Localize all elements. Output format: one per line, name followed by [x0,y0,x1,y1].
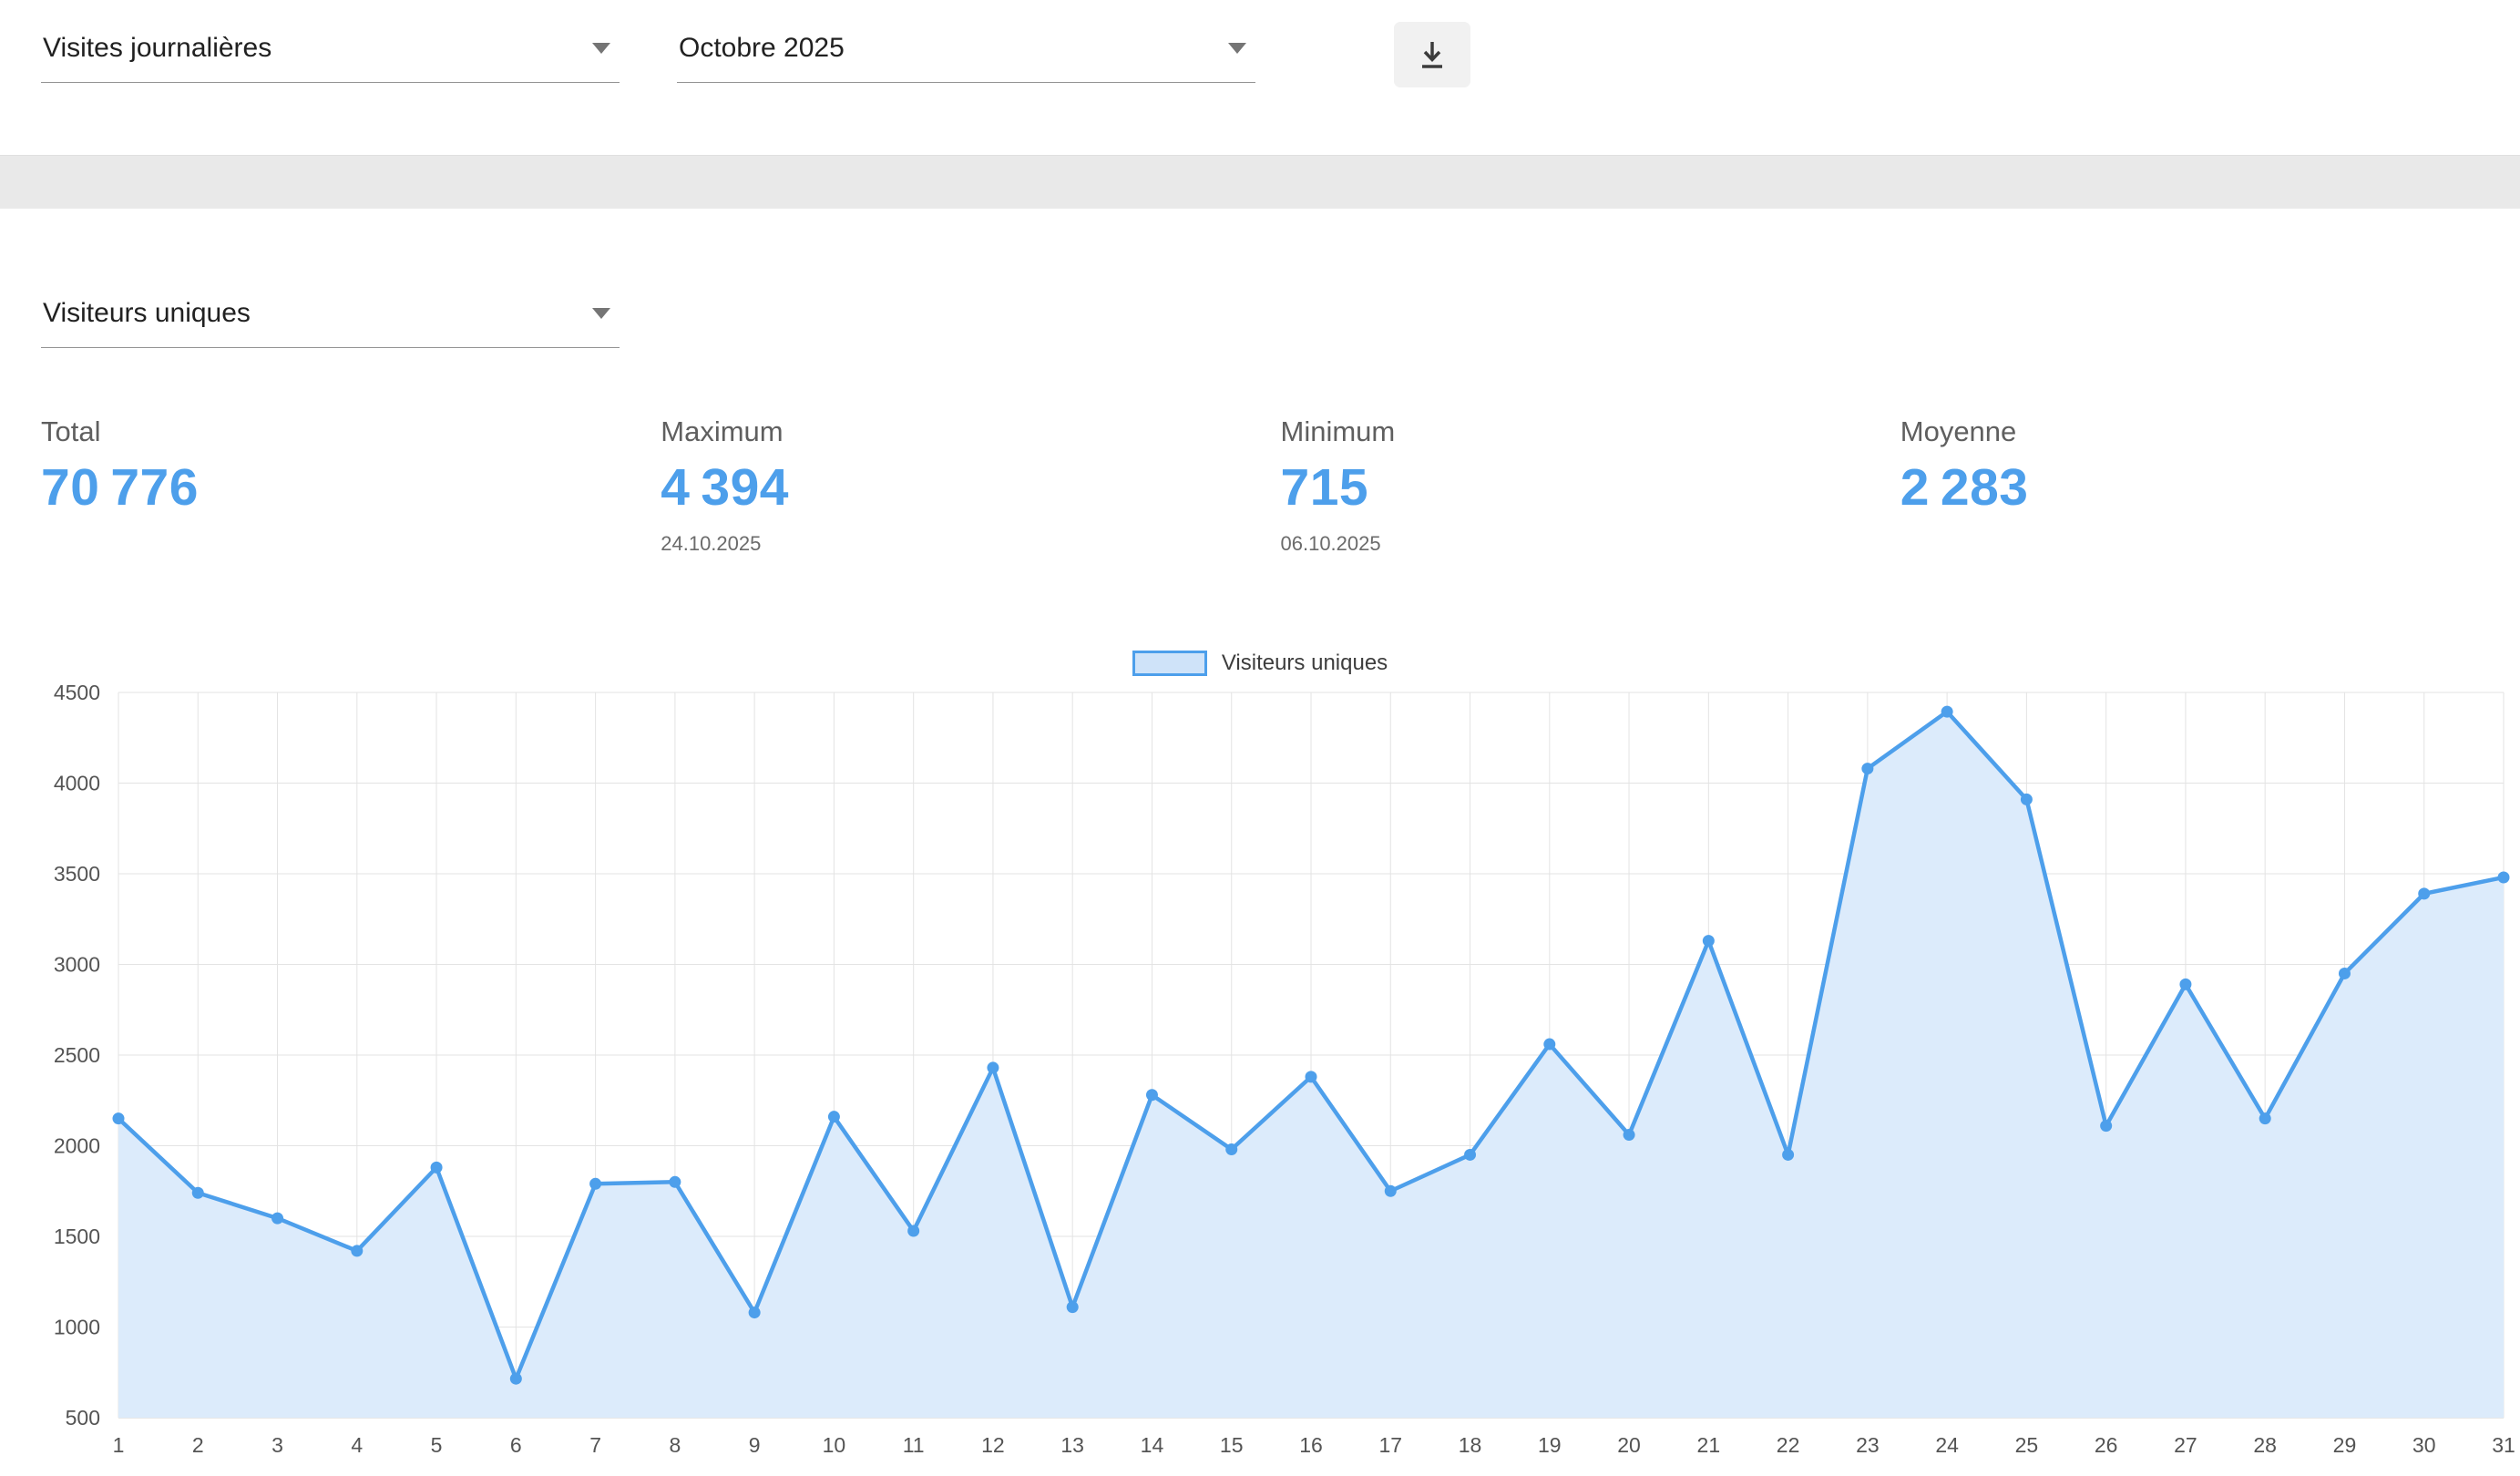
svg-text:500: 500 [66,1406,100,1430]
svg-text:16: 16 [1299,1433,1323,1457]
svg-text:15: 15 [1220,1433,1244,1457]
stat-label: Moyenne [1900,415,2520,448]
toolbar: Visites journalières Octobre 2025 [0,0,2520,155]
report-content: Visiteurs uniques Total 70 776 Maximum 4… [0,292,2520,1460]
svg-text:14: 14 [1141,1433,1164,1457]
svg-text:1500: 1500 [54,1225,100,1248]
period-value: Octobre 2025 [679,33,845,64]
svg-text:11: 11 [903,1433,925,1457]
stat-label: Maximum [661,415,1280,448]
stat-label: Minimum [1281,415,1900,448]
report-type-value: Visites journalières [43,33,271,64]
metric-select[interactable]: Visiteurs uniques [41,292,620,348]
svg-text:24: 24 [1935,1433,1959,1457]
svg-text:19: 19 [1538,1433,1562,1457]
svg-text:2000: 2000 [54,1134,100,1158]
report-type-select[interactable]: Visites journalières [41,27,620,83]
visitors-chart[interactable]: 5001000150020002500300035004000450012345… [0,683,2520,1460]
download-button[interactable] [1394,22,1470,87]
svg-text:2500: 2500 [54,1043,100,1067]
svg-text:30: 30 [2412,1433,2436,1457]
stat-value: 2 283 [1900,457,2520,518]
stat-date: 24.10.2025 [661,532,1280,556]
svg-text:10: 10 [823,1433,846,1457]
stat-date [41,532,661,556]
svg-text:13: 13 [1060,1433,1084,1457]
svg-text:7: 7 [589,1433,601,1457]
chevron-down-icon [592,308,610,319]
svg-text:25: 25 [2015,1433,2039,1457]
svg-text:22: 22 [1777,1433,1800,1457]
stat-maximum: Maximum 4 394 24.10.2025 [661,415,1280,556]
svg-text:4: 4 [351,1433,363,1457]
svg-text:3: 3 [271,1433,283,1457]
stat-average: Moyenne 2 283 [1900,415,2520,556]
svg-text:23: 23 [1856,1433,1880,1457]
period-select[interactable]: Octobre 2025 [677,27,1255,83]
svg-text:4500: 4500 [54,683,100,704]
svg-text:2: 2 [192,1433,204,1457]
svg-text:4000: 4000 [54,772,100,795]
svg-text:1: 1 [113,1433,125,1457]
stat-minimum: Minimum 715 06.10.2025 [1281,415,1900,556]
stat-label: Total [41,415,661,448]
svg-text:29: 29 [2333,1433,2357,1457]
svg-text:21: 21 [1697,1433,1721,1457]
svg-text:3500: 3500 [54,862,100,886]
download-icon [1415,37,1450,72]
stat-date [1900,532,2520,556]
svg-text:20: 20 [1617,1433,1641,1457]
svg-text:18: 18 [1459,1433,1482,1457]
svg-text:1000: 1000 [54,1316,100,1339]
svg-text:5: 5 [431,1433,443,1457]
legend-swatch [1132,651,1207,676]
legend-label: Visiteurs uniques [1222,651,1388,676]
svg-text:9: 9 [749,1433,761,1457]
svg-text:3000: 3000 [54,953,100,977]
divider-band [0,155,2520,209]
chevron-down-icon [1228,43,1246,54]
stats-row: Total 70 776 Maximum 4 394 24.10.2025 Mi… [41,415,2520,556]
stat-total: Total 70 776 [41,415,661,556]
stat-date: 06.10.2025 [1281,532,1900,556]
svg-text:8: 8 [669,1433,681,1457]
svg-text:12: 12 [981,1433,1005,1457]
svg-text:28: 28 [2253,1433,2277,1457]
svg-text:27: 27 [2174,1433,2197,1457]
stat-value: 70 776 [41,457,661,518]
stat-value: 715 [1281,457,1900,518]
svg-text:6: 6 [510,1433,522,1457]
stat-value: 4 394 [661,457,1280,518]
chart-legend: Visiteurs uniques [0,651,2520,676]
svg-text:17: 17 [1378,1433,1402,1457]
svg-text:31: 31 [2492,1433,2515,1457]
chevron-down-icon [592,43,610,54]
svg-text:26: 26 [2095,1433,2118,1457]
metric-value: Visiteurs uniques [43,298,251,329]
